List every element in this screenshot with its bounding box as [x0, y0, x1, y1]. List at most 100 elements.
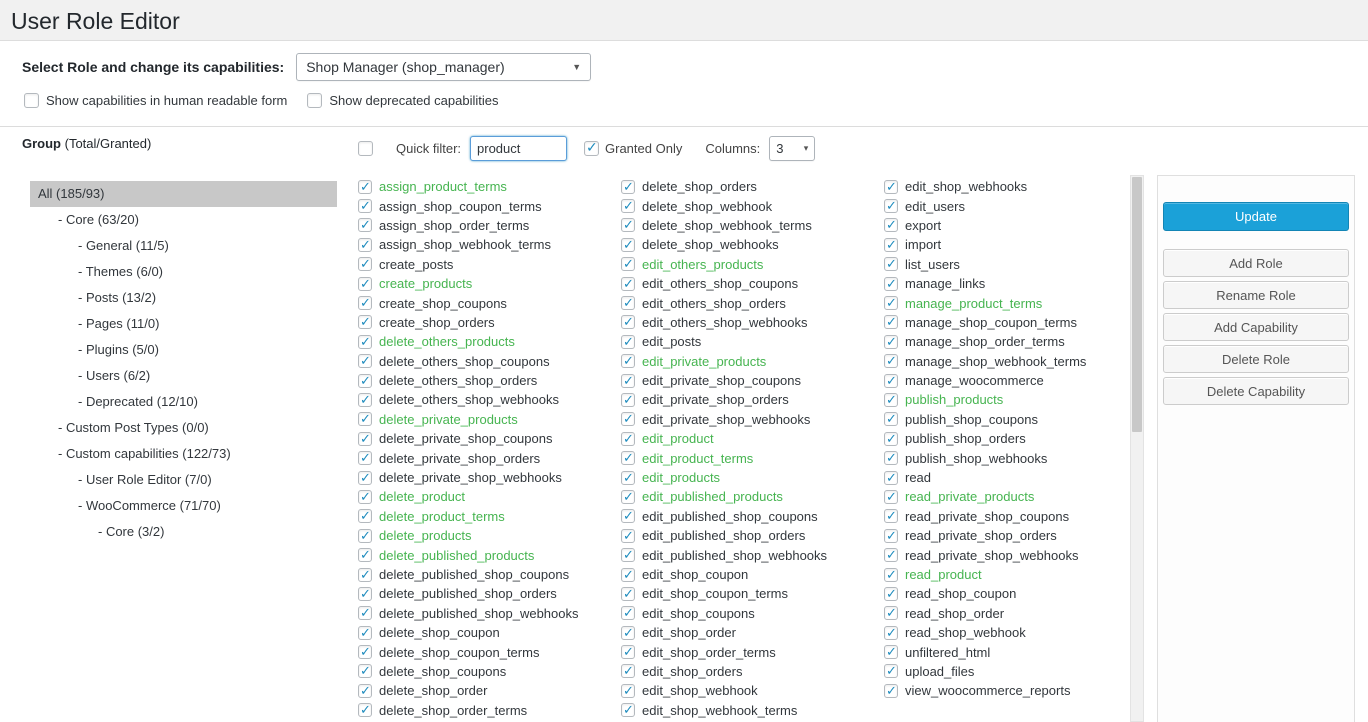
capability-label[interactable]: edit_shop_orders	[642, 664, 742, 679]
capability-checkbox[interactable]	[358, 471, 372, 485]
capability-label[interactable]: manage_shop_webhook_terms	[905, 354, 1086, 369]
capability-checkbox[interactable]	[358, 277, 372, 291]
capability-checkbox[interactable]	[884, 587, 898, 601]
capability-label[interactable]: edit_published_shop_coupons	[642, 509, 818, 524]
capability-label[interactable]: read_private_shop_webhooks	[905, 548, 1078, 563]
capability-checkbox[interactable]	[358, 684, 372, 698]
capability-label[interactable]: delete_private_products	[379, 412, 518, 427]
capability-label[interactable]: read_shop_webhook	[905, 625, 1026, 640]
capability-label[interactable]: edit_product	[642, 431, 714, 446]
columns-select[interactable]: 3 ▾	[769, 136, 815, 161]
capability-label[interactable]: read_private_shop_orders	[905, 528, 1057, 543]
capability-label[interactable]: edit_shop_webhooks	[905, 179, 1027, 194]
human-readable-checkbox[interactable]	[24, 93, 39, 108]
capability-checkbox[interactable]	[884, 490, 898, 504]
capability-label[interactable]: create_products	[379, 276, 472, 291]
capability-checkbox[interactable]	[621, 374, 635, 388]
capability-checkbox[interactable]	[884, 684, 898, 698]
capability-checkbox[interactable]	[884, 432, 898, 446]
group-item[interactable]: - Deprecated (12/10)	[30, 389, 337, 415]
capability-label[interactable]: assign_shop_coupon_terms	[379, 199, 542, 214]
capability-label[interactable]: edit_posts	[642, 334, 701, 349]
delete-role-button[interactable]: Delete Role	[1163, 345, 1349, 373]
capability-checkbox[interactable]	[884, 374, 898, 388]
capability-label[interactable]: edit_private_shop_orders	[642, 392, 789, 407]
capability-checkbox[interactable]	[621, 412, 635, 426]
capability-checkbox[interactable]	[621, 664, 635, 678]
capability-label[interactable]: read_product	[905, 567, 982, 582]
capability-checkbox[interactable]	[358, 180, 372, 194]
capability-checkbox[interactable]	[358, 315, 372, 329]
capability-checkbox[interactable]	[621, 626, 635, 640]
capability-label[interactable]: assign_product_terms	[379, 179, 507, 194]
group-item[interactable]: - Posts (13/2)	[30, 285, 337, 311]
capability-label[interactable]: delete_product	[379, 489, 465, 504]
group-item[interactable]: - Pages (11/0)	[30, 311, 337, 337]
capability-checkbox[interactable]	[358, 626, 372, 640]
capability-checkbox[interactable]	[358, 238, 372, 252]
select-all-checkbox[interactable]	[358, 141, 373, 156]
capability-label[interactable]: import	[905, 237, 941, 252]
capability-label[interactable]: edit_others_shop_coupons	[642, 276, 798, 291]
capability-label[interactable]: publish_products	[905, 392, 1003, 407]
capability-checkbox[interactable]	[358, 451, 372, 465]
capability-label[interactable]: delete_published_products	[379, 548, 534, 563]
capability-checkbox[interactable]	[884, 335, 898, 349]
show-deprecated-checkbox[interactable]	[307, 93, 322, 108]
capability-checkbox[interactable]	[621, 568, 635, 582]
capability-label[interactable]: create_shop_coupons	[379, 296, 507, 311]
capability-checkbox[interactable]	[621, 587, 635, 601]
capability-label[interactable]: edit_products	[642, 470, 720, 485]
capability-checkbox[interactable]	[884, 296, 898, 310]
capability-label[interactable]: read_private_shop_coupons	[905, 509, 1069, 524]
capability-label[interactable]: edit_others_shop_orders	[642, 296, 786, 311]
capability-checkbox[interactable]	[884, 393, 898, 407]
capability-checkbox[interactable]	[621, 471, 635, 485]
scrollbar-thumb[interactable]	[1132, 177, 1142, 432]
capability-checkbox[interactable]	[621, 257, 635, 271]
capability-checkbox[interactable]	[884, 645, 898, 659]
capability-checkbox[interactable]	[884, 606, 898, 620]
capability-label[interactable]: edit_private_products	[642, 354, 766, 369]
capability-checkbox[interactable]	[621, 684, 635, 698]
capability-label[interactable]: edit_shop_order	[642, 625, 736, 640]
capability-checkbox[interactable]	[884, 471, 898, 485]
capability-checkbox[interactable]	[621, 606, 635, 620]
capability-label[interactable]: edit_private_shop_coupons	[642, 373, 801, 388]
human-readable-option[interactable]: Show capabilities in human readable form	[24, 93, 287, 108]
capability-label[interactable]: delete_product_terms	[379, 509, 505, 524]
capability-label[interactable]: create_posts	[379, 257, 453, 272]
capability-label[interactable]: edit_others_shop_webhooks	[642, 315, 808, 330]
capability-label[interactable]: delete_private_shop_coupons	[379, 431, 552, 446]
capability-label[interactable]: edit_published_shop_orders	[642, 528, 805, 543]
capability-checkbox[interactable]	[621, 354, 635, 368]
capability-label[interactable]: publish_shop_coupons	[905, 412, 1038, 427]
capability-checkbox[interactable]	[621, 199, 635, 213]
capability-checkbox[interactable]	[884, 451, 898, 465]
capability-label[interactable]: delete_shop_order	[379, 683, 487, 698]
capability-label[interactable]: edit_shop_order_terms	[642, 645, 776, 660]
group-item[interactable]: - Core (63/20)	[30, 207, 337, 233]
capability-label[interactable]: delete_private_shop_orders	[379, 451, 540, 466]
capability-checkbox[interactable]	[358, 703, 372, 717]
capability-label[interactable]: delete_products	[379, 528, 472, 543]
capability-label[interactable]: delete_others_products	[379, 334, 515, 349]
capability-checkbox[interactable]	[884, 238, 898, 252]
capability-label[interactable]: edit_shop_coupon	[642, 567, 748, 582]
capability-label[interactable]: edit_shop_coupon_terms	[642, 586, 788, 601]
capability-label[interactable]: edit_published_products	[642, 489, 783, 504]
granted-only-checkbox[interactable]	[584, 141, 599, 156]
capability-checkbox[interactable]	[621, 490, 635, 504]
capability-label[interactable]: assign_shop_webhook_terms	[379, 237, 551, 252]
capability-checkbox[interactable]	[884, 354, 898, 368]
capability-checkbox[interactable]	[621, 451, 635, 465]
capability-label[interactable]: edit_shop_coupons	[642, 606, 755, 621]
capability-label[interactable]: edit_users	[905, 199, 965, 214]
capability-checkbox[interactable]	[621, 548, 635, 562]
capability-label[interactable]: upload_files	[905, 664, 974, 679]
group-item[interactable]: - WooCommerce (71/70)	[30, 493, 337, 519]
capability-checkbox[interactable]	[884, 548, 898, 562]
capability-label[interactable]: delete_shop_order_terms	[379, 703, 527, 718]
capability-label[interactable]: manage_shop_coupon_terms	[905, 315, 1077, 330]
capability-checkbox[interactable]	[358, 257, 372, 271]
